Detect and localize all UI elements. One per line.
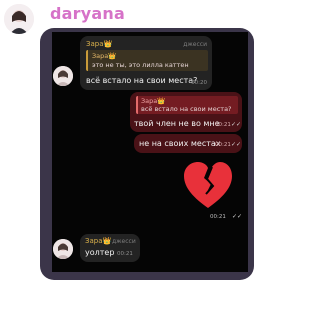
message-bubble-outgoing[interactable]: не на своих местах 00:21 ✓✓ <box>134 134 242 153</box>
message-bubble-incoming[interactable]: Зара👑 джесси Зара👑 это не ты, это лилла … <box>80 36 212 90</box>
read-receipt-icon: ✓✓ <box>232 213 243 220</box>
sender-avatar[interactable] <box>53 66 73 86</box>
read-receipt-icon: ✓✓ <box>231 121 242 128</box>
reply-text: всё встало на свои места? <box>141 105 232 113</box>
sender-name: Зара👑 <box>86 40 113 48</box>
sender-tag: джесси <box>112 238 136 245</box>
reply-quote[interactable]: Зара👑 это не ты, это лилла каттен <box>86 50 208 71</box>
message-text: твой член не во мне <box>134 119 220 128</box>
message-text: всё встало на свои места? <box>86 76 198 85</box>
sender-tag: джесси <box>183 41 207 48</box>
reply-quote[interactable]: Зара👑 всё встало на свои места? <box>136 96 238 114</box>
story-post: daryana Зара👑 джесси Зара👑 это не ты, эт… <box>0 0 258 320</box>
chat-screen: Зара👑 джесси Зара👑 это не ты, это лилла … <box>52 32 248 272</box>
message-text: не на своих местах <box>139 139 221 148</box>
broken-heart-emoji-message[interactable] <box>180 158 236 212</box>
message-bubble-incoming[interactable]: Зара👑 джесси уолтер 00:21 <box>80 234 140 262</box>
message-time: 00:21 <box>210 214 226 220</box>
message-time: 00:21 <box>215 122 231 128</box>
message-time: 00:20 <box>191 80 207 86</box>
sender-name: Зара👑 <box>85 237 112 245</box>
broken-heart-icon <box>184 162 232 208</box>
read-receipt-icon: ✓✓ <box>231 141 242 148</box>
username[interactable]: daryana <box>50 4 125 23</box>
reply-author: Зара👑 <box>141 97 166 105</box>
message-bubble-outgoing[interactable]: Зара👑 всё встало на свои места? твой чле… <box>130 92 242 132</box>
reply-text: это не ты, это лилла каттен <box>92 61 189 69</box>
message-text: уолтер <box>85 248 115 257</box>
reply-author: Зара👑 <box>92 52 117 60</box>
message-time: 00:21 <box>215 142 231 148</box>
message-time: 00:21 <box>117 251 133 257</box>
profile-avatar[interactable] <box>4 4 34 34</box>
sender-avatar[interactable] <box>53 239 73 259</box>
